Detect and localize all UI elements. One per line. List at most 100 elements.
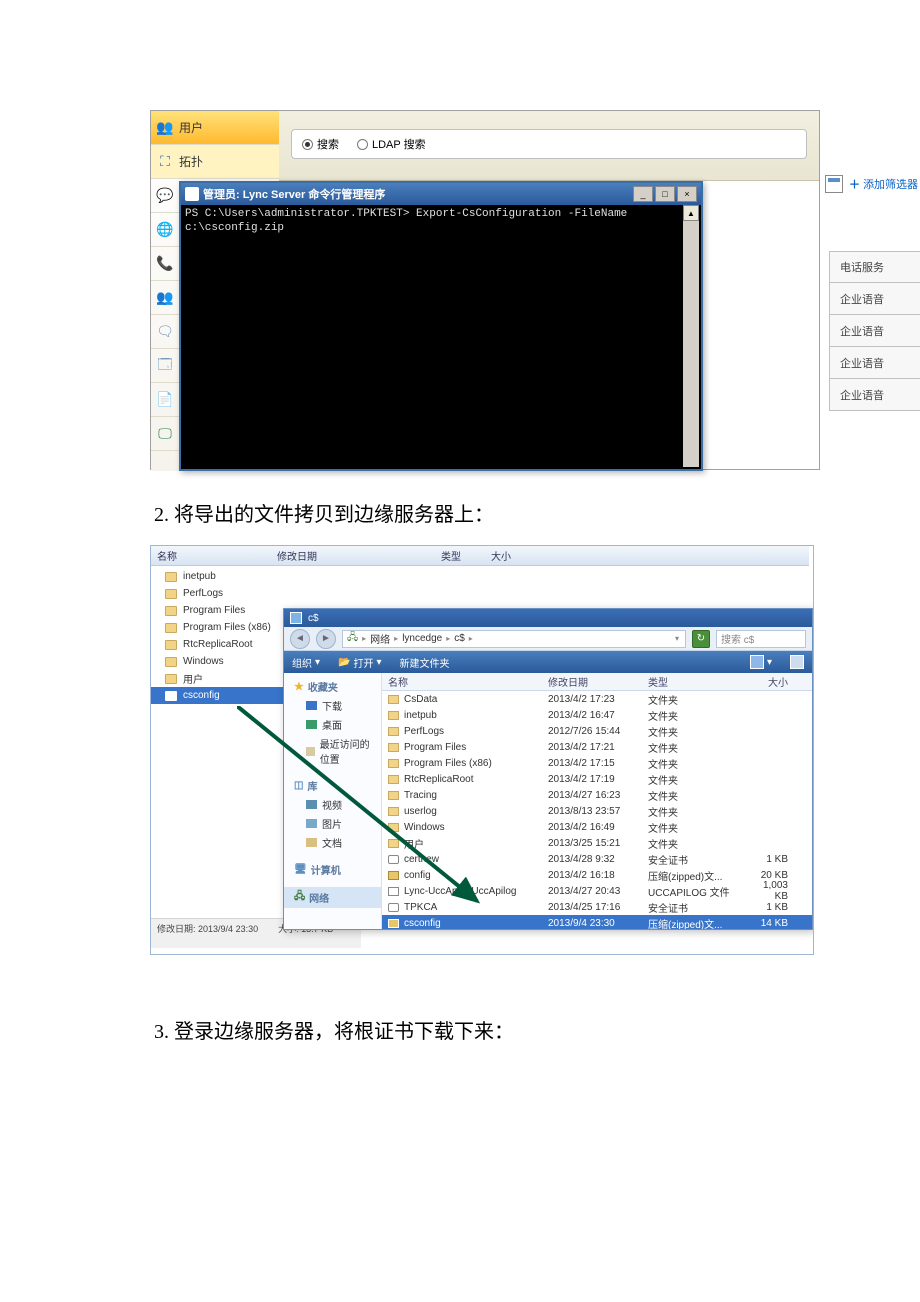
favorites-header[interactable]: ★收藏夹 [284, 677, 381, 696]
nav-topology[interactable]: ⛶ 拓扑 [151, 145, 279, 179]
file-list: 名称 修改日期 类型 大小 CsData2013/4/2 17:23文件夹ine… [382, 673, 812, 929]
computer-icon: 🖥 [294, 864, 307, 875]
star-icon: ★ [294, 680, 304, 693]
target-file-row[interactable]: certnew2013/4/28 9:32安全证书1 KB [382, 851, 812, 867]
scroll-up-icon[interactable]: ▲ [683, 205, 699, 221]
lib-videos[interactable]: 视频 [284, 795, 381, 814]
target-file-row[interactable]: csconfig2013/9/4 23:30压缩(zipped)文...14 K… [382, 915, 812, 929]
console-scrollbar[interactable]: ▲ [683, 205, 699, 467]
radio-dot-off-icon [357, 139, 368, 150]
target-file-row[interactable]: TPKCA2013/4/25 17:16安全证书1 KB [382, 899, 812, 915]
target-file-row[interactable]: 用户2013/3/25 15:21文件夹 [382, 835, 812, 851]
save-icon[interactable] [825, 175, 843, 193]
nav-users[interactable]: 👥 用户 [151, 111, 279, 145]
topology-icon: ⛶ [160, 153, 170, 170]
file-list-header[interactable]: 名称 修改日期 类型 大小 [382, 673, 812, 691]
fav-desktop[interactable]: 桌面 [284, 715, 381, 734]
chevron-down-icon[interactable]: ▾ [675, 634, 679, 643]
minimize-button[interactable]: _ [633, 186, 653, 202]
console-app-icon [185, 187, 199, 201]
download-icon [306, 701, 317, 710]
policy-list: 电话服务 企业语音 企业语音 企业语音 企业语音 [829, 251, 920, 411]
add-filter-link[interactable]: ＋ 添加筛选器 [849, 176, 918, 192]
refresh-button[interactable]: ↻ [692, 630, 710, 648]
nav-topology-label: 拓扑 [179, 153, 203, 170]
file-icon [388, 727, 399, 736]
new-folder-button[interactable]: 新建文件夹 [400, 655, 450, 670]
file-icon [388, 711, 399, 720]
target-file-row[interactable]: RtcReplicaRoot2013/4/2 17:19文件夹 [382, 771, 812, 787]
explorer-main: ★收藏夹 下载 桌面 最近访问的位置 ◫库 视频 图片 文档 🖥计算机 🖧网络 … [284, 673, 812, 929]
file-icon [388, 823, 399, 832]
file-icon [388, 775, 399, 784]
nav-fwd-button[interactable]: ► [316, 629, 336, 649]
computer-header[interactable]: 🖥计算机 [284, 860, 381, 879]
globe-icon: 🌐 [156, 221, 173, 238]
fav-downloads[interactable]: 下载 [284, 696, 381, 715]
preview-pane-button[interactable] [790, 655, 804, 669]
file-icon [388, 759, 399, 768]
target-file-row[interactable]: Program Files2013/4/2 17:21文件夹 [382, 739, 812, 755]
source-file-row[interactable]: PerfLogs [151, 585, 361, 602]
fav-recent[interactable]: 最近访问的位置 [284, 734, 381, 768]
console-title-bar[interactable]: 管理员: Lync Server 命令行管理程序 _ □ × [181, 183, 701, 205]
folder-icon [165, 674, 177, 684]
libraries-header[interactable]: ◫库 [284, 776, 381, 795]
source-file-row[interactable]: inetpub [151, 568, 361, 585]
chevron-down-icon: ▾ [767, 657, 772, 668]
step-2-text: 2. 将导出的文件拷贝到边缘服务器上： [154, 498, 920, 527]
file-icon [388, 807, 399, 816]
breadcrumb[interactable]: 🖧 ▸ 网络 ▸ lyncedge ▸ c$ ▸ ▾ [342, 630, 686, 648]
net-icon: 🖧 [347, 630, 358, 647]
console-title: 管理员: Lync Server 命令行管理程序 [203, 186, 385, 202]
target-file-row[interactable]: inetpub2013/4/2 16:47文件夹 [382, 707, 812, 723]
target-file-row[interactable]: CsData2013/4/2 17:23文件夹 [382, 691, 812, 707]
target-file-row[interactable]: Tracing2013/4/27 16:23文件夹 [382, 787, 812, 803]
network-header[interactable]: 🖧网络 [284, 887, 381, 908]
powershell-window: 管理员: Lync Server 命令行管理程序 _ □ × PS C:\Use… [179, 181, 703, 471]
target-file-row[interactable]: PerfLogs2012/7/26 15:44文件夹 [382, 723, 812, 739]
open-icon: 📂 [338, 657, 350, 668]
picture-icon [306, 819, 317, 828]
file-icon [388, 855, 399, 864]
organize-button[interactable]: 组织 ▾ [292, 655, 320, 670]
address-bar: ◄ ► 🖧 ▸ 网络 ▸ lyncedge ▸ c$ ▸ ▾ ↻ 搜索 c$ [284, 627, 812, 651]
policy-item[interactable]: 电话服务 [829, 251, 920, 283]
search-input[interactable]: 搜索 c$ [716, 630, 806, 648]
file-icon [388, 839, 399, 848]
policy-item[interactable]: 企业语音 [829, 347, 920, 379]
policy-item[interactable]: 企业语音 [829, 379, 920, 411]
folder-icon [165, 691, 177, 701]
chat-icon: 💬 [156, 187, 173, 204]
radio-search[interactable]: 搜索 [302, 136, 339, 152]
explorer-toolbar: 组织 ▾ 📂打开 ▾ 新建文件夹 ▾ [284, 651, 812, 673]
open-button[interactable]: 📂打开 ▾ [338, 655, 381, 670]
maximize-button[interactable]: □ [655, 186, 675, 202]
folder-icon [165, 589, 177, 599]
radio-ldap-label: LDAP 搜索 [372, 136, 426, 152]
source-header: 名称 修改日期 [151, 546, 361, 566]
explorer-copy-screenshot: 名称 修改日期 inetpubPerfLogsProgram FilesProg… [150, 545, 814, 955]
document-icon [306, 838, 317, 847]
console-body[interactable]: PS C:\Users\administrator.TPKTEST> Expor… [181, 205, 701, 238]
target-file-row[interactable]: Windows2013/4/2 16:49文件夹 [382, 819, 812, 835]
nav-back-button[interactable]: ◄ [290, 629, 310, 649]
policy-item[interactable]: 企业语音 [829, 283, 920, 315]
doc-icon: 📄 [156, 391, 173, 408]
lib-documents[interactable]: 文档 [284, 833, 381, 852]
radio-ldap-search[interactable]: LDAP 搜索 [357, 136, 426, 152]
view-icon [750, 655, 764, 669]
target-title-bar[interactable]: c$ [284, 609, 812, 627]
close-button[interactable]: × [677, 186, 697, 202]
right-tools: ＋ 添加筛选器 [825, 171, 920, 197]
policy-item[interactable]: 企业语音 [829, 315, 920, 347]
view-button[interactable]: ▾ [750, 655, 772, 669]
target-file-row[interactable]: Lync-UccApi-0.UccApilog2013/4/27 20:43UC… [382, 883, 812, 899]
recent-icon [306, 747, 315, 756]
lib-pictures[interactable]: 图片 [284, 814, 381, 833]
target-file-row[interactable]: userlog2013/8/13 23:57文件夹 [382, 803, 812, 819]
target-file-row[interactable]: Program Files (x86)2013/4/2 17:15文件夹 [382, 755, 812, 771]
folder-icon [165, 572, 177, 582]
drive-icon [290, 612, 302, 624]
nav-users-label: 用户 [179, 119, 203, 136]
